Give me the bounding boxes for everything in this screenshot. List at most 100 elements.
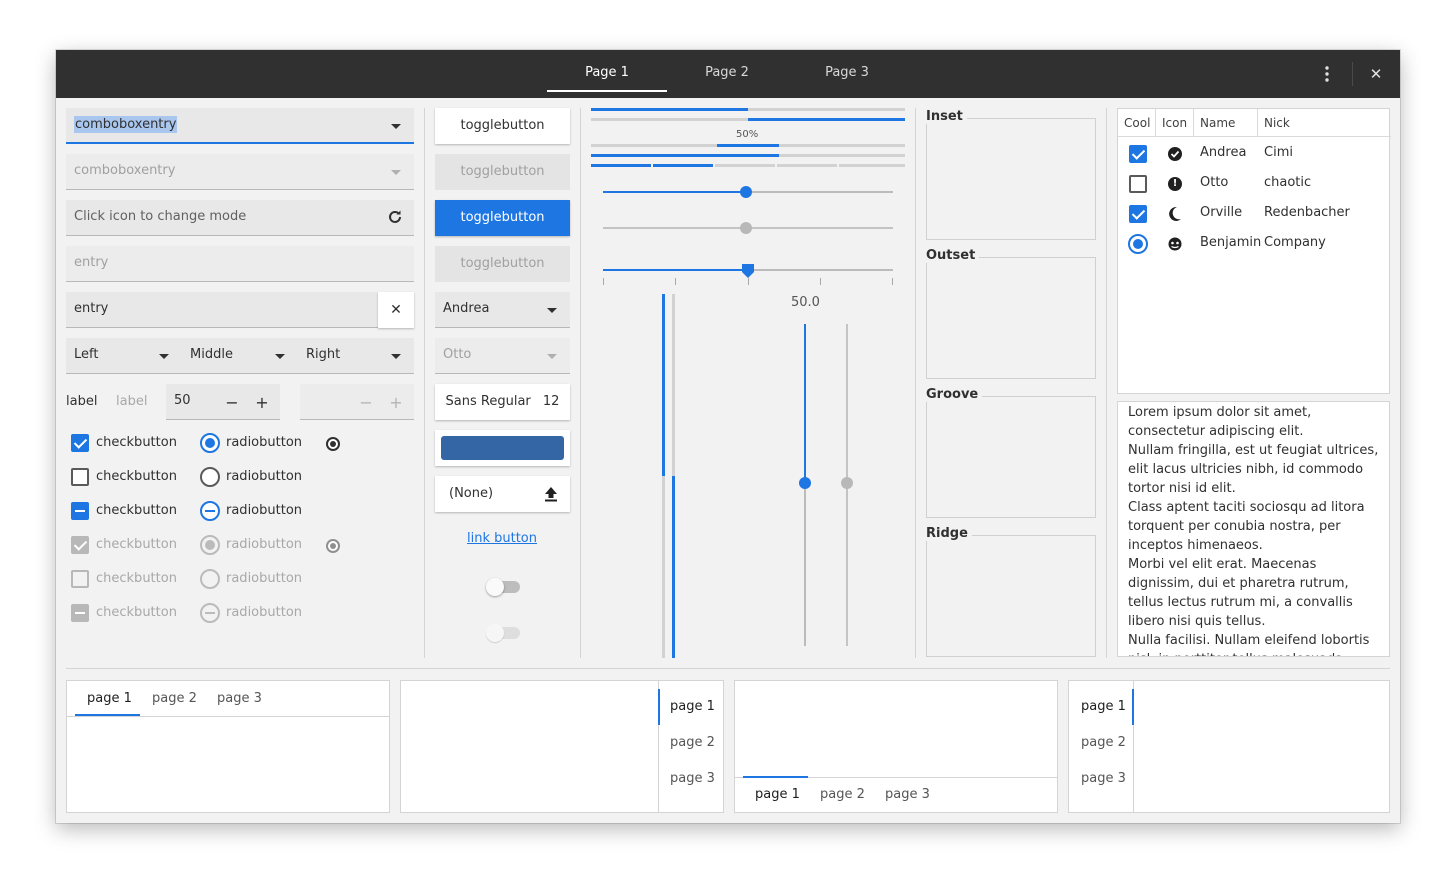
entry-field[interactable]: entry (66, 292, 378, 328)
frame-groove (926, 396, 1096, 518)
link-button[interactable]: link button (467, 531, 537, 546)
notebook-4-tab-2[interactable]: page 2 (1081, 735, 1126, 750)
notebook-1-tab-1[interactable]: page 1 (87, 691, 132, 706)
header-bar: Page 1 Page 2 Page 3 ✕ (56, 50, 1400, 98)
notebook-3-tab-2[interactable]: page 2 (820, 787, 865, 802)
row-4-cool-radio[interactable] (1128, 234, 1148, 254)
scale-1-slider[interactable] (740, 186, 752, 198)
frame-inset-label: Inset (926, 109, 967, 124)
scale-value-label: 50.0 (791, 295, 820, 310)
row-3-cool-check[interactable] (1129, 205, 1147, 223)
clear-icon[interactable]: ✕ (378, 292, 414, 328)
row-3-name: Orville (1200, 205, 1243, 220)
notebook-3-tab-3[interactable]: page 3 (885, 787, 930, 802)
notebook-2: page 1 page 2 page 3 (400, 680, 724, 813)
notebook-2-tab-1[interactable]: page 1 (670, 699, 715, 714)
checkbox-6-disabled (71, 604, 89, 622)
radio-small-on[interactable] (326, 437, 340, 451)
vscale-2-slider (841, 477, 853, 489)
switch-1[interactable] (486, 578, 520, 596)
row-2-nick: chaotic (1264, 175, 1312, 190)
minus-icon[interactable]: − (222, 393, 242, 412)
radio-3[interactable] (200, 501, 220, 521)
checkbox-2[interactable] (71, 468, 89, 486)
active-tab-indicator (658, 689, 660, 725)
notebook-1: page 1 page 2 page 3 (66, 680, 390, 813)
combo-entry-disabled: comboboxentry (66, 154, 414, 190)
vertical-dots-icon[interactable] (1315, 62, 1339, 86)
separator (66, 668, 1390, 669)
frame-ridge (926, 535, 1096, 657)
text-view[interactable]: Lorem ipsum dolor sit amet, consectetur … (1117, 401, 1390, 657)
radio-small-disabled (326, 539, 340, 553)
vertical-progress-2-fill (672, 476, 675, 658)
upload-icon (544, 486, 558, 502)
spin-value: 50 (174, 393, 191, 408)
chevron-down-icon (391, 354, 401, 359)
progress-label: 50% (736, 129, 759, 140)
notebook-2-tab-2[interactable]: page 2 (670, 735, 715, 750)
text-view-content: Lorem ipsum dolor sit amet, consectetur … (1128, 405, 1379, 656)
checkbox-label: checkbutton (96, 571, 177, 586)
label: label (66, 394, 98, 409)
label-disabled: label (116, 394, 148, 409)
notebook-4-tab-1[interactable]: page 1 (1081, 699, 1126, 714)
notebook-1-tab-2[interactable]: page 2 (152, 691, 197, 706)
radio-2[interactable] (200, 467, 220, 487)
color-button[interactable] (435, 430, 570, 466)
separator (580, 108, 581, 658)
plus-icon[interactable]: + (252, 393, 272, 412)
scale-1-fill (603, 191, 746, 193)
notebook-3: page 1 page 2 page 3 (734, 680, 1058, 813)
notebook-1-tab-3[interactable]: page 3 (217, 691, 262, 706)
column-header-nick[interactable]: Nick (1258, 109, 1391, 137)
column-header-cool[interactable]: Cool (1118, 109, 1156, 137)
toggle-button-3-active[interactable]: togglebutton (435, 200, 570, 236)
combo-entry-text: comboboxentry (74, 116, 178, 133)
toggle-button-2-disabled: togglebutton (435, 154, 570, 190)
row-1-cool-check[interactable] (1129, 145, 1147, 163)
toggle-button-1[interactable]: togglebutton (435, 108, 570, 144)
radio-label: radiobutton (226, 537, 303, 552)
refresh-icon[interactable] (387, 209, 403, 225)
active-tab-indicator (743, 776, 808, 778)
chevron-down-icon (547, 354, 557, 359)
tab-page-2[interactable]: Page 2 (667, 50, 787, 98)
close-icon[interactable]: ✕ (1364, 62, 1388, 86)
radio-1[interactable] (200, 433, 220, 453)
progress-fill (748, 118, 905, 121)
separator (915, 108, 916, 658)
scale-tick (675, 278, 676, 285)
color-swatch (441, 436, 564, 460)
vscale-1-slider[interactable] (799, 477, 811, 489)
radio-4-disabled (200, 535, 220, 555)
checkbox-1[interactable] (71, 434, 89, 452)
row-2-cool-check[interactable] (1129, 175, 1147, 193)
entry-disabled: entry (66, 246, 414, 282)
notebook-4-tab-3[interactable]: page 3 (1081, 771, 1126, 786)
column-header-name[interactable]: Name (1194, 109, 1258, 137)
radio-6-disabled (200, 603, 220, 623)
radio-label: radiobutton (226, 605, 303, 620)
tree-view[interactable]: Cool Icon Name Nick Andrea Cimi ! Otto c… (1117, 108, 1391, 394)
check-circle-icon (1168, 147, 1182, 161)
font-button[interactable]: Sans Regular 12 (435, 384, 570, 420)
checkbox-label: checkbutton (96, 537, 177, 552)
column-header-icon[interactable]: Icon (1156, 109, 1194, 137)
radio-label: radiobutton (226, 435, 303, 450)
window: Page 1 Page 2 Page 3 ✕ comboboxentry com… (56, 50, 1400, 823)
entry-mode-field[interactable]: Click icon to change mode (66, 200, 414, 236)
checkbox-3[interactable] (71, 502, 89, 520)
combo-entry-focused[interactable]: comboboxentry (66, 108, 414, 144)
progress-fill (591, 108, 748, 111)
scale-3-slider[interactable] (742, 264, 754, 278)
tab-page-1[interactable]: Page 1 (547, 50, 667, 98)
header-separator (1352, 62, 1353, 86)
chevron-down-icon[interactable] (391, 124, 401, 129)
row-4-nick: Company (1264, 235, 1326, 250)
tab-page-3[interactable]: Page 3 (787, 50, 907, 98)
notebook-3-tab-1[interactable]: page 1 (755, 787, 800, 802)
frame-outset-label: Outset (926, 248, 980, 263)
notebook-2-tab-3[interactable]: page 3 (670, 771, 715, 786)
face-icon (1167, 236, 1183, 252)
